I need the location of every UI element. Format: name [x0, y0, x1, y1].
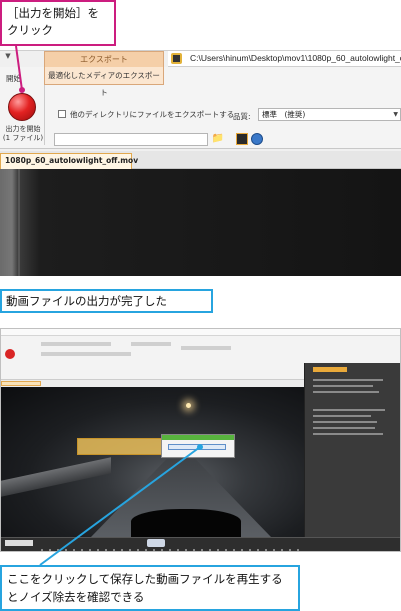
- tab-start[interactable]: 開始: [6, 73, 21, 84]
- saved-file-link[interactable]: [168, 444, 226, 450]
- window-titlebar: [1, 329, 400, 336]
- quality-value: 標準 (推奨): [262, 110, 306, 119]
- film-settings-icon[interactable]: [236, 133, 248, 145]
- video-preview: [0, 169, 401, 276]
- start-output-label[interactable]: 出力を開始 (1 ファイル): [2, 125, 44, 143]
- info-row: [313, 433, 383, 435]
- export-other-dir-checkbox[interactable]: [58, 110, 66, 118]
- info-row: [313, 385, 373, 387]
- folder-icon[interactable]: 📁: [210, 132, 226, 147]
- info-panel-tab[interactable]: [313, 367, 347, 372]
- menu-dropdown-icon[interactable]: ▼: [0, 52, 16, 64]
- timecode: [5, 540, 33, 546]
- street-lamp: [186, 403, 191, 408]
- ribbon-option-bar: [131, 342, 171, 346]
- globe-settings-icon[interactable]: [251, 133, 263, 145]
- callout-export-complete: 動画ファイルの出力が完了した: [0, 289, 213, 313]
- export-screenshot: ▼ エクスポート C:\Users\hinum\Desktop\mov1\108…: [0, 50, 401, 276]
- timeline[interactable]: [1, 537, 400, 551]
- file-tab-bar: 1080p_60_autolowlight_off.mov: [0, 151, 401, 169]
- file-path-text: C:\Users\hinum\Desktop\mov1\1080p_60_aut…: [190, 53, 401, 63]
- export-other-dir-label: 他のディレクトリにファイルをエクスポートする: [70, 110, 235, 119]
- quality-label: 品質:: [233, 112, 251, 121]
- preview-divider: [18, 169, 20, 276]
- info-row: [313, 427, 375, 429]
- info-row: [313, 415, 371, 417]
- completed-screenshot: [0, 328, 401, 552]
- timeline-ticks: [41, 549, 301, 551]
- start-output-label-text: 出力を開始 (1 ファイル): [2, 125, 44, 142]
- callout-play-saved-file: ここをクリックして保存した動画ファイルを再生するとノイズ除去を確認できる: [0, 565, 300, 611]
- ribbon-option-bar: [41, 342, 111, 346]
- dialog-header: [162, 435, 234, 440]
- info-row: [313, 421, 377, 423]
- tab-export[interactable]: エクスポート: [44, 51, 164, 67]
- file-path-bar: C:\Users\hinum\Desktop\mov1\1080p_60_aut…: [168, 51, 401, 67]
- info-row: [313, 409, 385, 411]
- tab-optimized-media-export[interactable]: 最適化したメディアのエクスポート: [44, 67, 164, 97]
- ribbon-divider: [44, 85, 45, 145]
- ribbon-option-bar: [41, 352, 131, 356]
- chevron-down-icon: ▼: [393, 111, 398, 118]
- file-icon: [171, 53, 182, 64]
- file-tab[interactable]: 1080p_60_autolowlight_off.mov: [0, 153, 138, 169]
- motorcycle-silhouette: [131, 509, 241, 537]
- quality-select[interactable]: 標準 (推奨) ▼: [258, 108, 401, 121]
- file-tab-small[interactable]: [1, 381, 41, 386]
- callout-click-start: ［出力を開始］をクリック: [0, 0, 116, 46]
- ribbon: 開始 最適化したメディアのエクスポート 出力を開始 (1 ファイル) 他のディレ…: [0, 67, 401, 165]
- start-output-button[interactable]: [8, 93, 36, 121]
- export-other-dir-option[interactable]: 他のディレクトリにファイルをエクスポートする: [58, 109, 234, 120]
- output-folder-field[interactable]: [54, 133, 208, 146]
- info-row: [313, 391, 379, 393]
- start-output-button-small[interactable]: [5, 349, 15, 359]
- info-row: [313, 379, 383, 381]
- info-panel: [304, 363, 400, 537]
- play-controls[interactable]: [147, 539, 165, 547]
- export-complete-dialog: [161, 434, 235, 458]
- ribbon-option-bar: [181, 346, 231, 350]
